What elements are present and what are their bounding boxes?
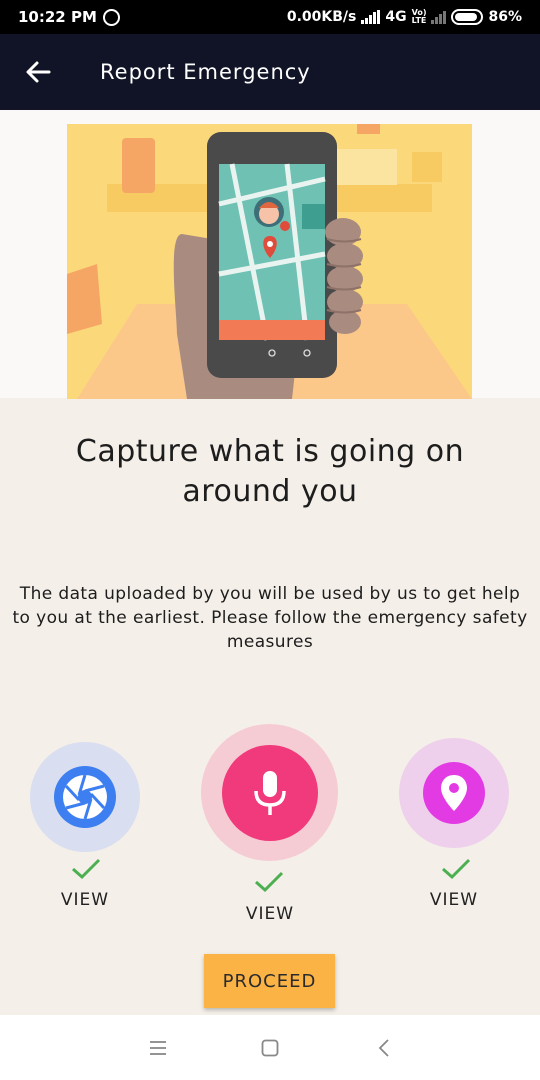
network-speed: 0.00KB/s [286, 9, 357, 25]
microphone-icon [253, 770, 286, 815]
location-pin-icon [441, 775, 467, 811]
camera-capture-button[interactable] [30, 742, 140, 852]
home-nav-button[interactable] [252, 1033, 288, 1063]
home-square-icon [261, 1039, 279, 1057]
whatsapp-icon [102, 8, 120, 26]
signal-icon [361, 10, 381, 24]
menu-nav-button[interactable] [140, 1033, 176, 1063]
menu-icon [150, 1041, 166, 1055]
status-right: 0.00KB/s 4G Vo) LTE 86% [287, 9, 522, 25]
audio-record-button[interactable] [201, 724, 338, 861]
description: The data uploaded by you will be used by… [12, 584, 528, 652]
check-icon [72, 858, 101, 880]
app-bar: Report Emergency [0, 34, 540, 110]
hero-section [0, 110, 540, 399]
volte-bottom: LTE [411, 16, 427, 25]
volte-icon: Vo) LTE [412, 9, 427, 25]
back-chevron-icon [378, 1039, 389, 1057]
status-left: 10:22 PM [18, 8, 120, 26]
status-bar: 10:22 PM 0.00KB/s 4G Vo) LTE 86% [0, 0, 540, 34]
audio-button-inner [221, 744, 318, 841]
arrow-back-icon [26, 61, 51, 83]
system-nav-bar [0, 1015, 540, 1080]
location-button-inner [423, 762, 485, 824]
battery-level: 86% [488, 9, 522, 25]
back-button[interactable] [0, 34, 76, 110]
audio-view-link[interactable]: VIEW [230, 904, 310, 924]
location-share-button[interactable] [399, 738, 509, 848]
check-icon [442, 858, 471, 880]
network-type: 4G [385, 9, 407, 25]
status-time: 10:22 PM [18, 8, 97, 26]
location-view-link[interactable]: VIEW [414, 890, 494, 910]
back-nav-button[interactable] [366, 1033, 402, 1063]
camera-view-link[interactable]: VIEW [45, 890, 125, 910]
page-title: Report Emergency [100, 60, 311, 84]
proceed-button[interactable]: PROCEED [204, 954, 335, 1008]
headline: Capture what is going on around you [75, 434, 465, 509]
check-icon [255, 871, 284, 893]
phone-map-illustration [67, 124, 472, 399]
camera-aperture-icon [63, 774, 107, 820]
battery-icon [451, 9, 484, 25]
camera-button-inner [54, 766, 116, 828]
signal-icon-sim2 [431, 10, 447, 24]
